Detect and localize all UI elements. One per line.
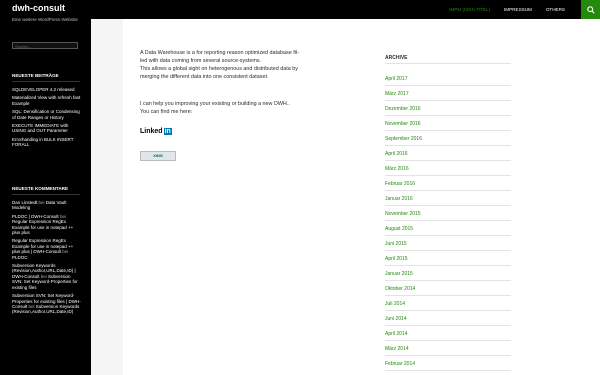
nav-item-impm[interactable]: IMPM (KEIN TITEL) [442, 0, 497, 19]
comment-item: Subversion SVN: Set Keyword-Properties f… [12, 293, 82, 315]
linkedin-word: Linked [140, 128, 163, 135]
archive-link[interactable]: März 2014 [385, 346, 409, 352]
intro-line: This allows a global sight on heterogeno… [140, 66, 298, 72]
intro-line: merging the different data into one cons… [140, 74, 269, 80]
recent-posts-title: NEUESTE BEITRÄGE [12, 73, 59, 78]
comment-author[interactable]: Dan Linstedt [12, 200, 37, 205]
archive-link[interactable]: März 2017 [385, 91, 409, 97]
recent-comments-title: NEUESTE KOMMENTARE [12, 186, 69, 191]
archive-link[interactable]: April 2016 [385, 151, 408, 157]
search-icon [586, 5, 595, 14]
comment-separator: bei [27, 303, 36, 309]
main-nav: IMPM (KEIN TITEL) IMPRESSUM OTHERS [442, 0, 572, 19]
archive-link[interactable]: März 2016 [385, 166, 409, 172]
recent-post-link[interactable]: Errorhanding in BULK INSERT FORALL [12, 137, 82, 148]
recent-post-link[interactable]: SQL: Densification or Condensing of Date… [12, 109, 82, 120]
divider [385, 280, 511, 281]
archive-link[interactable]: April 2015 [385, 256, 408, 262]
recent-post-link[interactable]: EXECUTE IMMEDIATE with USING and OUT Par… [12, 123, 82, 134]
archive-link[interactable]: Januar 2015 [385, 271, 413, 277]
divider [385, 115, 511, 116]
divider [385, 145, 511, 146]
content-gutter [91, 19, 123, 375]
archive-link[interactable]: Oktober 2014 [385, 286, 415, 292]
comment-post[interactable]: PLDOC [12, 255, 28, 260]
recent-post-link[interactable]: Materialized View with refresh fast Exam… [12, 95, 82, 106]
archive-link[interactable]: Januar 2016 [385, 196, 413, 202]
help-line: You can find me here: [140, 109, 193, 115]
comment-separator: bei [58, 213, 66, 219]
site-header: dwh-consult IMPM (KEIN TITEL) IMPRESSUM … [0, 0, 600, 19]
intro-line: led with data coming from several source… [140, 58, 262, 64]
divider [385, 220, 511, 221]
divider [385, 325, 511, 326]
archive-link[interactable]: September 2016 [385, 136, 422, 142]
divider [385, 190, 511, 191]
divider [385, 310, 511, 311]
divider [385, 340, 511, 341]
left-sidebar: Eine weitere WordPress-Website Suchen … … [0, 17, 91, 375]
comment-item: Subversion Keywords (Revision,Author,URL… [12, 263, 82, 290]
search-toggle-button[interactable] [581, 0, 600, 19]
divider [385, 63, 511, 64]
divider [385, 100, 511, 101]
comment-separator: bei [60, 249, 69, 255]
divider [385, 235, 511, 236]
help-line: I can help you improving your existing o… [140, 101, 290, 107]
comment-item: Dan Linstedt bei Data Vault Modeling [12, 200, 82, 211]
linkedin-logo-link[interactable]: Linked in [140, 128, 172, 135]
archive-link[interactable]: August 2015 [385, 226, 413, 232]
nav-item-impressum[interactable]: IMPRESSUM [497, 0, 539, 19]
comment-author[interactable]: PLDOC | DWH-Consult [12, 214, 59, 219]
recent-post-link[interactable]: SQLDEVELOPER 4.2 released [12, 87, 82, 92]
intro-line: A Data Warehouse is a for reporting reas… [140, 50, 299, 56]
divider [385, 130, 511, 131]
divider [12, 194, 80, 195]
recent-posts-list: SQLDEVELOPER 4.2 released Materialized V… [12, 87, 82, 151]
comment-separator: bei [37, 200, 46, 205]
divider [385, 295, 511, 296]
linkedin-in: in [163, 128, 172, 135]
archive-link[interactable]: November 2016 [385, 121, 421, 127]
comment-separator: bei [39, 273, 49, 279]
divider [385, 370, 511, 371]
comment-item: Regular Expression RegEx Example for use… [12, 238, 82, 260]
archive-link[interactable]: Februar 2014 [385, 361, 415, 367]
xing-badge-link[interactable]: XING [140, 151, 176, 161]
archive-link[interactable]: April 2017 [385, 76, 408, 82]
divider [385, 160, 511, 161]
archive-title: ARCHIVE [385, 55, 408, 61]
divider [385, 250, 511, 251]
divider [385, 265, 511, 266]
archive-link[interactable]: Februar 2016 [385, 181, 415, 187]
site-tagline: Eine weitere WordPress-Website [12, 17, 78, 22]
archive-link[interactable]: Juni 2014 [385, 316, 407, 322]
site-title[interactable]: dwh-consult [12, 3, 65, 13]
recent-comments-list: Dan Linstedt bei Data Vault Modeling PLD… [12, 200, 82, 318]
archive-link[interactable]: Dezember 2016 [385, 106, 421, 112]
comment-item: PLDOC | DWH-Consult bei Regular Expressi… [12, 214, 82, 236]
archive-link[interactable]: Juni 2015 [385, 241, 407, 247]
divider [385, 175, 511, 176]
comment-post[interactable]: Regular Expression RegEx Example for use… [12, 219, 73, 235]
archive-link[interactable]: April 2014 [385, 331, 408, 337]
divider [385, 355, 511, 356]
search-input[interactable]: Suchen … [12, 42, 78, 49]
archive-link[interactable]: Juli 2014 [385, 301, 405, 307]
divider [385, 85, 511, 86]
archive-link[interactable]: November 2015 [385, 211, 421, 217]
divider [385, 205, 511, 206]
nav-item-others[interactable]: OTHERS [539, 0, 572, 19]
divider [12, 81, 80, 82]
intro-paragraph: A Data Warehouse is a for reporting reas… [140, 49, 299, 81]
help-paragraph: I can help you improving your existing o… [140, 100, 290, 116]
